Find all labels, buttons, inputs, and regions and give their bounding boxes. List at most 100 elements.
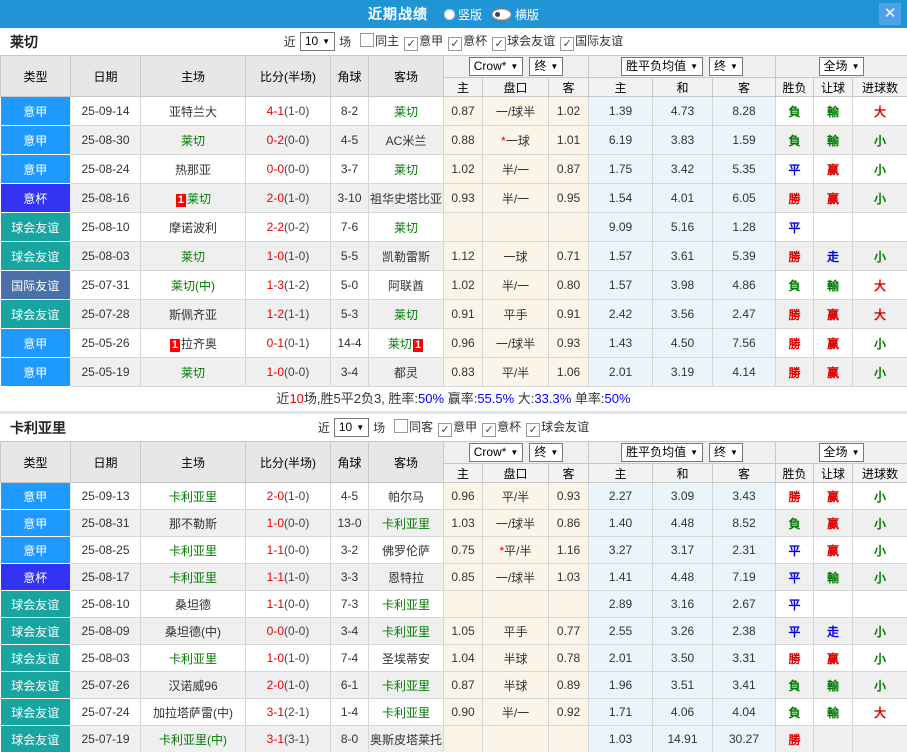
avg-home: 2.89 xyxy=(588,590,653,618)
filter-checkbox-意甲[interactable]: ✓ 意甲 xyxy=(404,34,443,51)
filter-checkbox-同客[interactable]: 同客 xyxy=(394,419,433,434)
away-team: 莱切 xyxy=(368,96,444,126)
avg-away: 3.41 xyxy=(712,671,777,699)
odds-company-select[interactable]: Crow* ▼ xyxy=(468,57,524,76)
filter-bar: 近 10 ▼ 场 同主 ✓ 意甲 ✓ 意杯 ✓ 球会友谊 ✓ 国际友谊 xyxy=(0,28,907,55)
goals-cell: 小 xyxy=(852,328,907,358)
filter-checkbox-同主[interactable]: 同主 xyxy=(360,33,399,48)
horizontal-layout-radio[interactable] xyxy=(491,7,512,21)
match-count-select[interactable]: 10 ▼ xyxy=(333,418,370,437)
avg-home: 1.41 xyxy=(588,563,653,591)
column-header: 主场 xyxy=(140,441,246,483)
match-count-select[interactable]: 10 ▼ xyxy=(299,32,336,51)
match-row: 意甲 25-09-13 卡利亚里 2-0(1-0) 4-5 帕尔马 0.96 平/半 0.93 2… xyxy=(0,482,907,510)
filter-checkbox-意杯[interactable]: ✓ 意杯 xyxy=(482,420,521,437)
filter-checkbox-国际友谊[interactable]: ✓ 国际友谊 xyxy=(560,34,623,51)
column-header: 角球 xyxy=(330,441,369,483)
match-date: 25-08-24 xyxy=(70,154,141,184)
match-type-cell: 意甲 xyxy=(0,328,71,358)
handicap-line xyxy=(482,212,549,242)
filter-checkbox-球会友谊[interactable]: ✓ 球会友谊 xyxy=(526,420,589,437)
match-scope-select[interactable]: 全场 ▼ xyxy=(818,443,865,462)
checkbox-icon: ✓ xyxy=(404,37,419,51)
avg-away: 3.31 xyxy=(712,644,777,672)
home-team: 莱切 xyxy=(140,241,246,271)
avg-home: 1.71 xyxy=(588,698,653,726)
odds-away: 0.80 xyxy=(548,270,589,300)
odds-final-select[interactable]: 终 ▼ xyxy=(529,57,564,76)
match-scope-select[interactable]: 全场 ▼ xyxy=(818,57,865,76)
score-cell: 1-0(1-0) xyxy=(245,644,331,672)
handicap-result-cell: 赢 xyxy=(813,328,854,358)
vertical-layout-radio[interactable] xyxy=(443,8,455,20)
result-cell: 勝 xyxy=(775,241,815,271)
vertical-layout-label: 竖版 xyxy=(457,7,482,22)
header-select-group: Crow* ▼ 终 ▼ xyxy=(443,55,589,78)
match-type-cell: 球会友谊 xyxy=(0,698,71,726)
match-type-cell: 球会友谊 xyxy=(0,299,71,329)
corners-cell: 7-6 xyxy=(330,212,369,242)
handicap-result-cell: 輸 xyxy=(813,563,854,591)
competition-filters: 同主 ✓ 意甲 ✓ 意杯 ✓ 球会友谊 ✓ 国际友谊 xyxy=(355,32,623,51)
odds-away: 0.78 xyxy=(548,644,589,672)
header-select-group: 胜平负均值 ▼ 终 ▼ xyxy=(587,55,777,78)
sub-column-header: 胜负 xyxy=(775,463,815,483)
column-header: 主场 xyxy=(140,55,246,97)
avg-draw: 3.56 xyxy=(652,299,713,329)
checkbox-icon: ✓ xyxy=(492,37,507,51)
score-cell: 0-0(0-0) xyxy=(245,617,331,645)
match-date: 25-07-31 xyxy=(70,270,141,300)
odds-company-select[interactable]: Crow* ▼ xyxy=(468,443,524,462)
match-date: 25-07-28 xyxy=(70,299,141,329)
card-badge: 1 xyxy=(175,193,187,207)
corners-cell: 4-5 xyxy=(330,125,369,155)
goals-cell: 小 xyxy=(852,183,907,213)
odds-away: 0.71 xyxy=(548,241,589,271)
match-row: 意甲 25-05-26 1 拉齐奥 0-1(0-1) 14-4 莱切 1 0.96 一/球半 0.9… xyxy=(0,328,907,358)
avg-type-select[interactable]: 胜平负均值 ▼ xyxy=(621,57,703,76)
goals-cell: 小 xyxy=(852,617,907,645)
away-team: 卡利亚里 xyxy=(368,509,444,537)
filter-checkbox-意甲[interactable]: ✓ 意甲 xyxy=(438,420,477,437)
avg-away: 2.38 xyxy=(712,617,777,645)
match-row: 球会友谊 25-07-19 卡利亚里(中) 3-1(3-1) 8-0 奥斯皮塔莱托 1.03… xyxy=(0,725,907,752)
avg-draw: 4.48 xyxy=(652,563,713,591)
odds-home: 0.91 xyxy=(443,299,483,329)
match-row: 意甲 25-08-31 那不勒斯 1-0(0-0) 13-0 卡利亚里 1.03 一/球半 0.… xyxy=(0,509,907,537)
avg-away: 2.31 xyxy=(712,536,777,564)
avg-final-select[interactable]: 终 ▼ xyxy=(709,57,743,76)
handicap-line: 一/球半 xyxy=(482,328,549,358)
match-row: 意甲 25-09-14 亚特兰大 4-1(1-0) 8-2 莱切 0.87 一/球半 1.02 1… xyxy=(0,96,907,126)
filter-checkbox-球会友谊[interactable]: ✓ 球会友谊 xyxy=(492,34,555,51)
away-team: 卡利亚里 xyxy=(368,671,444,699)
handicap-result-cell: 赢 xyxy=(813,357,854,387)
avg-type-select[interactable]: 胜平负均值 ▼ xyxy=(621,443,703,462)
sub-column-header: 主 xyxy=(588,77,653,97)
match-type-cell: 球会友谊 xyxy=(0,725,71,752)
handicap-result-cell: 輸 xyxy=(813,96,854,126)
away-team: 莱切 xyxy=(368,212,444,242)
home-team: 斯佩齐亚 xyxy=(140,299,246,329)
score-cell: 0-1(0-1) xyxy=(245,328,331,358)
checkbox-icon: ✓ xyxy=(438,423,453,437)
home-team: 卡利亚里 xyxy=(140,482,246,510)
home-team: 那不勒斯 xyxy=(140,509,246,537)
match-type-cell: 球会友谊 xyxy=(0,644,71,672)
result-cell: 勝 xyxy=(775,299,815,329)
matches-label: 场 xyxy=(373,421,386,435)
odds-final-select[interactable]: 终 ▼ xyxy=(529,443,564,462)
avg-draw: 3.42 xyxy=(652,154,713,184)
odds-away: 1.02 xyxy=(548,96,589,126)
close-icon[interactable]: ✕ xyxy=(879,3,901,25)
handicap-result-cell xyxy=(813,725,854,752)
avg-draw: 3.61 xyxy=(652,241,713,271)
goals-cell: 小 xyxy=(852,482,907,510)
column-header: 日期 xyxy=(70,55,141,97)
avg-home: 1.57 xyxy=(588,270,653,300)
filter-checkbox-意杯[interactable]: ✓ 意杯 xyxy=(448,34,487,51)
handicap-line: 半球 xyxy=(482,671,549,699)
avg-away: 30.27 xyxy=(712,725,777,752)
avg-final-select[interactable]: 终 ▼ xyxy=(709,443,743,462)
handicap-result-cell: 輸 xyxy=(813,698,854,726)
odds-home: 0.93 xyxy=(443,183,483,213)
